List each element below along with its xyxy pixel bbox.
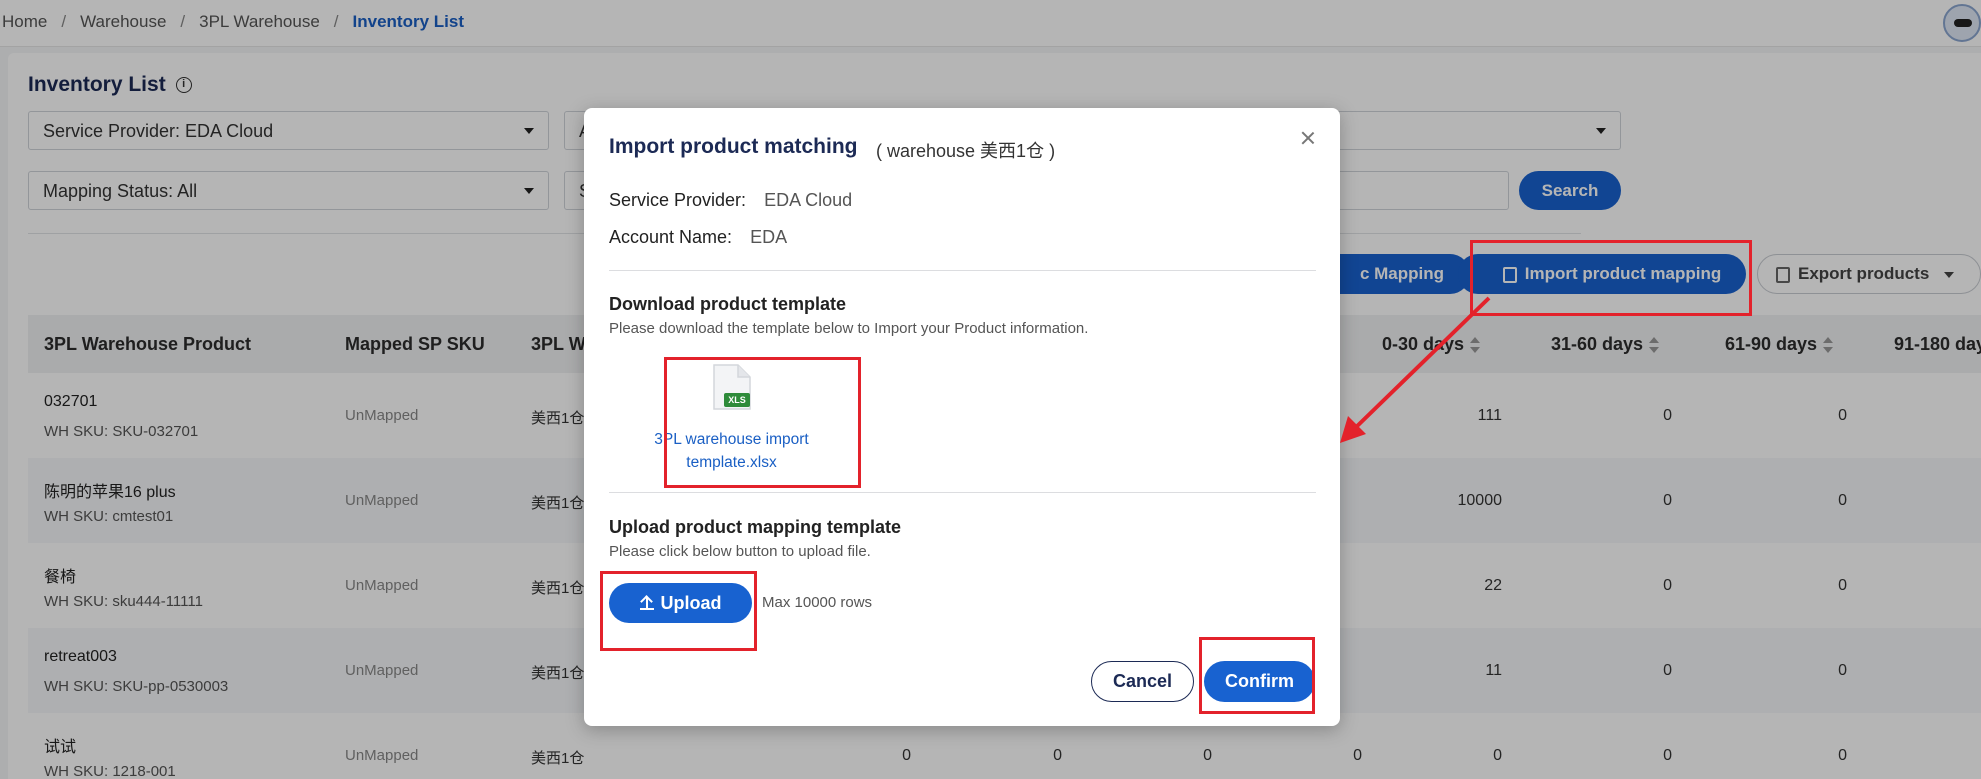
annotation-arrow [1340,296,1491,443]
